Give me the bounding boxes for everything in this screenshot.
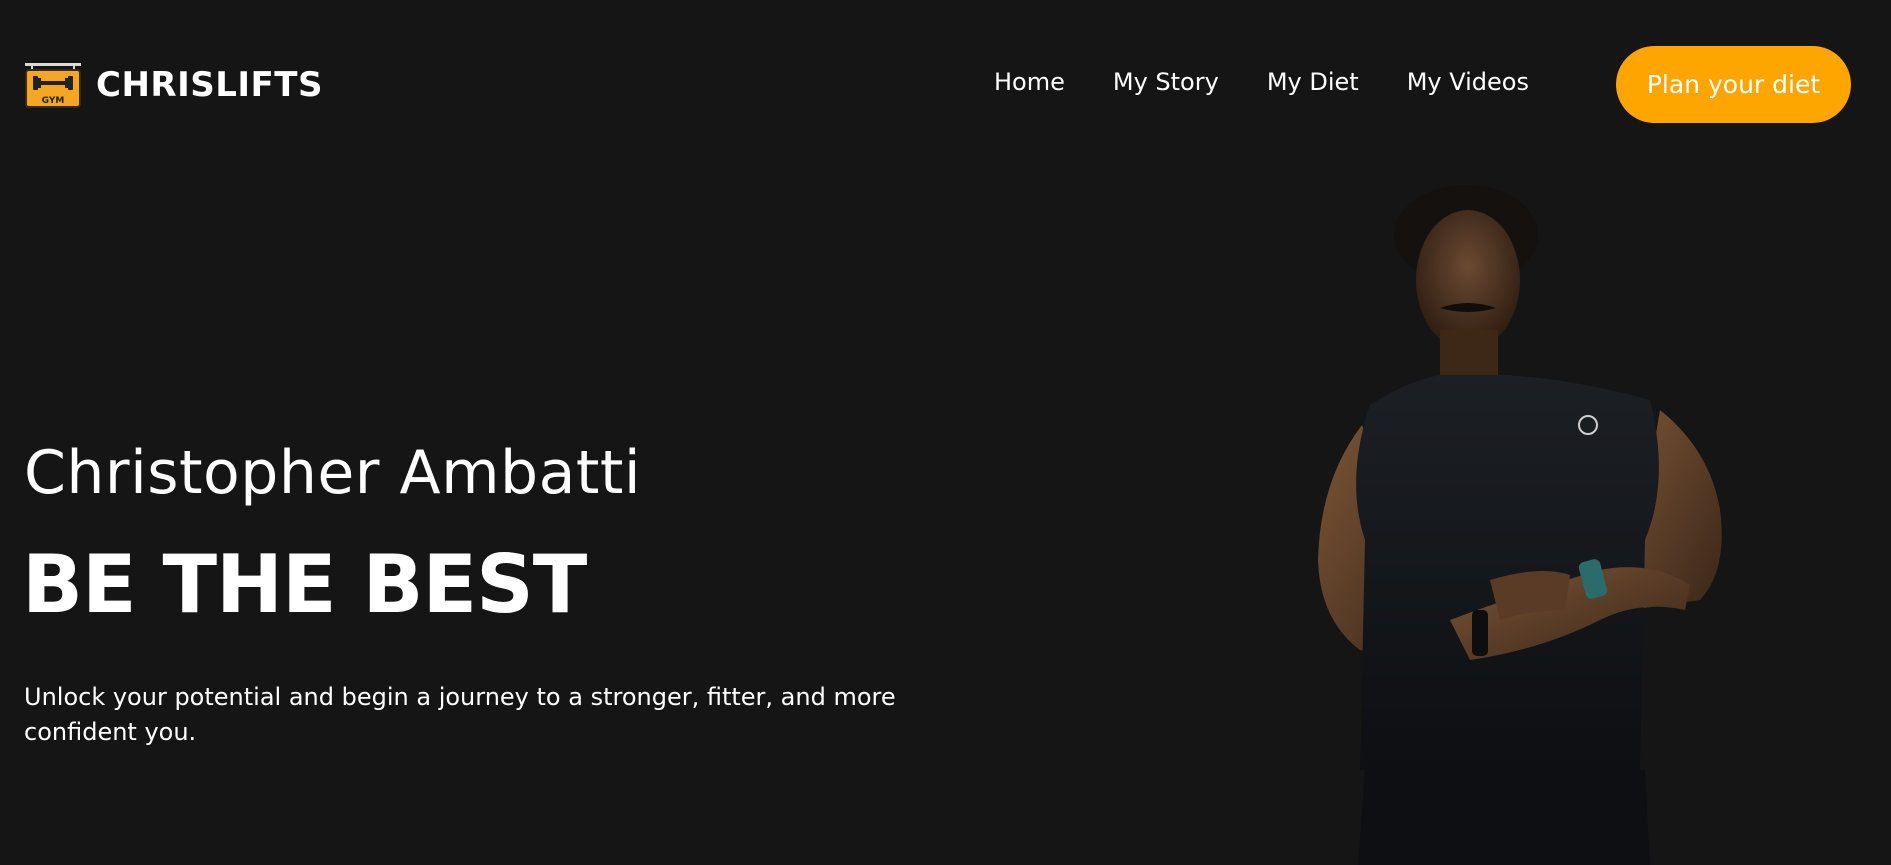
gym-logo-icon: GYM <box>25 63 81 108</box>
hero-name: Christopher Ambatti <box>24 438 642 508</box>
brand-link[interactable]: GYM CHRISLIFTS <box>24 62 323 108</box>
main-nav: Home My Story My Diet My Videos <box>994 68 1529 96</box>
nav-link-my-diet[interactable]: My Diet <box>1267 68 1359 96</box>
logo-text: GYM <box>42 96 65 106</box>
hero-tagline: Unlock your potential and begin a journe… <box>24 683 896 746</box>
athlete-portrait-image <box>1300 180 1750 865</box>
plan-your-diet-button[interactable]: Plan your diet <box>1616 46 1851 123</box>
landing-page: GYM CHRISLIFTS Home My Story My Diet My … <box>0 0 1891 865</box>
site-header: GYM CHRISLIFTS Home My Story My Diet My … <box>0 0 1891 170</box>
brand-name: CHRISLIFTS <box>96 65 323 105</box>
hero-headline: BE THE BEST <box>22 538 587 631</box>
nav-link-my-story[interactable]: My Story <box>1113 68 1219 96</box>
nav-link-home[interactable]: Home <box>994 68 1065 96</box>
nav-link-my-videos[interactable]: My Videos <box>1407 68 1529 96</box>
